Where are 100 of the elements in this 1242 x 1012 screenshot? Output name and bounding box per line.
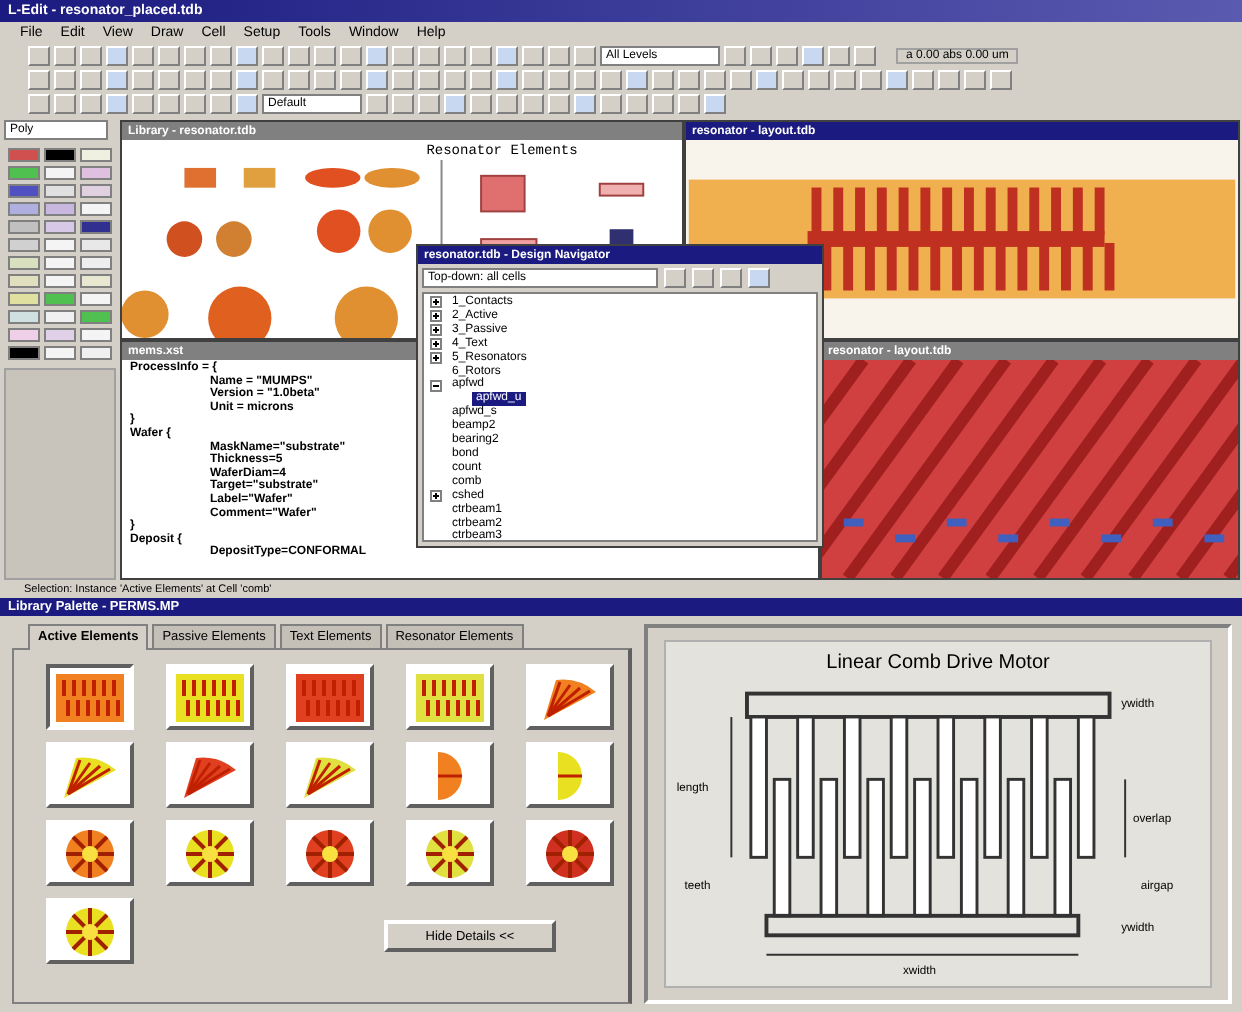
toolbar-icon[interactable]	[782, 70, 804, 90]
toolbar-icon[interactable]	[366, 70, 388, 90]
toolbar-icon[interactable]	[548, 94, 570, 114]
toolbar-icon[interactable]	[496, 94, 518, 114]
layer-swatch[interactable]	[80, 328, 112, 342]
toolbar-icon[interactable]	[678, 94, 700, 114]
toolbar-icon[interactable]	[366, 94, 388, 114]
toolbar-icon[interactable]	[80, 70, 102, 90]
toolbar-icon[interactable]	[748, 268, 770, 288]
toolbar-icon[interactable]	[28, 46, 50, 66]
toolbar-icon[interactable]	[720, 268, 742, 288]
layer-swatch[interactable]	[44, 292, 76, 306]
toolbar-icon[interactable]	[470, 94, 492, 114]
layer-swatch[interactable]	[80, 292, 112, 306]
layer-swatch[interactable]	[8, 310, 40, 324]
toolbar-icon[interactable]	[392, 46, 414, 66]
layer-swatch[interactable]	[80, 184, 112, 198]
toolbar-icon[interactable]	[132, 46, 154, 66]
toolbar-icon[interactable]	[600, 94, 622, 114]
toolbar-icon[interactable]	[470, 46, 492, 66]
layer-swatch[interactable]	[44, 148, 76, 162]
layer-swatch[interactable]	[44, 220, 76, 234]
toolbar-icon[interactable]	[54, 46, 76, 66]
toolbar-icon[interactable]	[522, 94, 544, 114]
toolbar-icon[interactable]	[28, 94, 50, 114]
layer-swatch[interactable]	[44, 328, 76, 342]
layer-swatch[interactable]	[80, 346, 112, 360]
layer-swatch[interactable]	[44, 166, 76, 180]
toolbar-icon[interactable]	[600, 70, 622, 90]
toolbar-icon[interactable]	[158, 70, 180, 90]
toolbar-icon[interactable]	[418, 70, 440, 90]
toolbar-icon[interactable]	[704, 70, 726, 90]
layer-swatch[interactable]	[80, 310, 112, 324]
toolbar-icon[interactable]	[990, 70, 1012, 90]
expand-icon[interactable]	[430, 338, 442, 351]
toolbar-icon[interactable]	[574, 94, 596, 114]
toolbar-icon[interactable]	[340, 46, 362, 66]
toolbar-icon[interactable]	[652, 94, 674, 114]
toolbar-icon[interactable]	[418, 94, 440, 114]
toolbar-icon[interactable]	[470, 70, 492, 90]
element-tile[interactable]	[46, 664, 134, 730]
toolbar-icon[interactable]	[314, 70, 336, 90]
layer-swatch[interactable]	[8, 238, 40, 252]
layer-swatch[interactable]	[80, 238, 112, 252]
toolbar-icon[interactable]	[854, 46, 876, 66]
collapse-icon[interactable]	[430, 379, 442, 392]
toolbar-icon[interactable]	[938, 70, 960, 90]
expand-icon[interactable]	[430, 490, 442, 503]
layer-swatch[interactable]	[80, 256, 112, 270]
layer-swatch[interactable]	[8, 184, 40, 198]
toolbar-icon[interactable]	[860, 70, 882, 90]
toolbar-icon[interactable]	[366, 46, 388, 66]
toolbar-icon[interactable]	[444, 94, 466, 114]
expand-icon[interactable]	[430, 310, 442, 323]
toolbar-icon[interactable]	[444, 46, 466, 66]
layer-swatch[interactable]	[44, 274, 76, 288]
expand-icon[interactable]	[430, 296, 442, 309]
toolbar-icon[interactable]	[964, 70, 986, 90]
toolbar-icon[interactable]	[288, 46, 310, 66]
toolbar-icon[interactable]	[496, 46, 518, 66]
toolbar-icon[interactable]	[106, 70, 128, 90]
layer-swatch[interactable]	[44, 256, 76, 270]
toolbar-icon[interactable]	[652, 70, 674, 90]
toolbar-icon[interactable]	[106, 94, 128, 114]
toolbar-icon[interactable]	[210, 46, 232, 66]
layer-swatch[interactable]	[80, 220, 112, 234]
toolbar-icon[interactable]	[886, 70, 908, 90]
toolbar-icon[interactable]	[80, 46, 102, 66]
toolbar-icon[interactable]	[184, 70, 206, 90]
toolbar-icon[interactable]	[236, 94, 258, 114]
toolbar-icon[interactable]	[912, 70, 934, 90]
toolbar-icon[interactable]	[750, 46, 772, 66]
toolbar-icon[interactable]	[210, 94, 232, 114]
toolbar-icon[interactable]	[288, 70, 310, 90]
toolbar-icon[interactable]	[678, 70, 700, 90]
layer-swatch[interactable]	[8, 274, 40, 288]
toolbar-icon[interactable]	[392, 70, 414, 90]
layer-swatch[interactable]	[8, 346, 40, 360]
layer-swatch[interactable]	[8, 328, 40, 342]
toolbar-icon[interactable]	[54, 94, 76, 114]
expand-icon[interactable]	[430, 324, 442, 337]
layer-swatch[interactable]	[44, 202, 76, 216]
toolbar-icon[interactable]	[522, 70, 544, 90]
toolbar-icon[interactable]	[444, 70, 466, 90]
toolbar-icon[interactable]	[28, 70, 50, 90]
layer-swatch[interactable]	[44, 238, 76, 252]
expand-icon[interactable]	[430, 352, 442, 365]
layer-swatch[interactable]	[44, 184, 76, 198]
toolbar-icon[interactable]	[184, 46, 206, 66]
toolbar-icon[interactable]	[210, 70, 232, 90]
toolbar-icon[interactable]	[704, 94, 726, 114]
layer-swatch[interactable]	[80, 148, 112, 162]
layer-swatch[interactable]	[8, 202, 40, 216]
toolbar-icon[interactable]	[802, 46, 824, 66]
toolbar-icon[interactable]	[158, 46, 180, 66]
toolbar-icon[interactable]	[522, 46, 544, 66]
toolbar-icon[interactable]	[262, 70, 284, 90]
layer-swatch[interactable]	[80, 202, 112, 216]
toolbar-icon[interactable]	[730, 70, 752, 90]
toolbar-icon[interactable]	[776, 46, 798, 66]
